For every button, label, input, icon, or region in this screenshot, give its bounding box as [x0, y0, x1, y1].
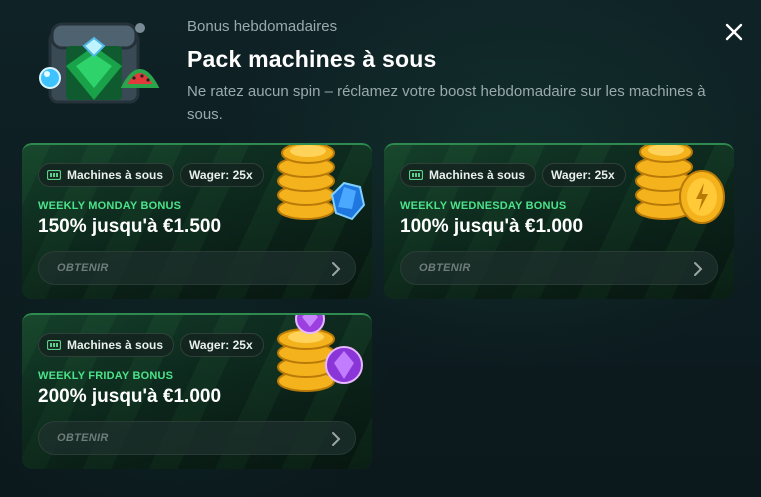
modal-header: Bonus hebdomadaires Pack machines à sous… — [0, 0, 761, 140]
close-icon[interactable] — [722, 20, 746, 44]
chevron-right-icon — [332, 262, 341, 276]
bonus-label: WEEKLY FRIDAY BONUS — [38, 370, 174, 382]
chevron-right-icon — [332, 432, 341, 446]
slot-machine-icon — [47, 340, 61, 350]
category-chip: Machines à sous — [38, 333, 175, 357]
treasure-chest-icon — [39, 22, 160, 104]
card-chips: Machines à sous Wager: 25x — [400, 163, 626, 187]
wager-chip-label: Wager: 25x — [551, 168, 615, 182]
bonus-card-wednesday: Machines à sous Wager: 25x WEEKLY WEDNES… — [384, 143, 734, 299]
obtain-button-label: OBTENIR — [57, 432, 109, 444]
bonus-amount: 150% jusqu'à €1.500 — [38, 216, 222, 237]
obtain-button-label: OBTENIR — [57, 262, 109, 274]
card-chips: Machines à sous Wager: 25x — [38, 163, 264, 187]
slot-machine-icon — [409, 170, 423, 180]
bonus-amount: 200% jusqu'à €1.000 — [38, 386, 222, 407]
bonus-card-friday: Machines à sous Wager: 25x WEEKLY FRIDAY… — [22, 313, 372, 469]
slot-machine-icon — [47, 170, 61, 180]
obtain-button[interactable]: OBTENIR — [38, 251, 356, 285]
bonus-amount: 100% jusqu'à €1.000 — [400, 216, 584, 237]
coins-illustration — [635, 145, 725, 224]
coins-purple-gems-illustration — [277, 315, 363, 392]
wager-chip: Wager: 25x — [180, 333, 264, 357]
bonus-label: WEEKLY MONDAY BONUS — [38, 200, 182, 212]
wager-chip-label: Wager: 25x — [189, 168, 253, 182]
header-description: Ne ratez aucun spin – réclamez votre boo… — [187, 83, 706, 123]
bonus-card-monday: Machines à sous Wager: 25x WEEKLY MONDAY… — [22, 143, 372, 299]
category-chip-label: Machines à sous — [67, 338, 164, 352]
obtain-button[interactable]: OBTENIR — [400, 251, 718, 285]
card-chips: Machines à sous Wager: 25x — [38, 333, 264, 357]
category-chip: Machines à sous — [400, 163, 537, 187]
category-chip: Machines à sous — [38, 163, 175, 187]
category-chip-label: Machines à sous — [429, 168, 526, 182]
obtain-button-label: OBTENIR — [419, 262, 471, 274]
page-title: Pack machines à sous — [187, 46, 437, 72]
wager-chip-label: Wager: 25x — [189, 338, 253, 352]
wager-chip: Wager: 25x — [542, 163, 626, 187]
category-chip-label: Machines à sous — [67, 168, 164, 182]
coins-gem-illustration — [277, 145, 366, 221]
header-subtitle: Bonus hebdomadaires — [187, 18, 338, 35]
obtain-button[interactable]: OBTENIR — [38, 421, 356, 455]
chevron-right-icon — [694, 262, 703, 276]
bonus-label: WEEKLY WEDNESDAY BONUS — [400, 200, 567, 212]
wager-chip: Wager: 25x — [180, 163, 264, 187]
